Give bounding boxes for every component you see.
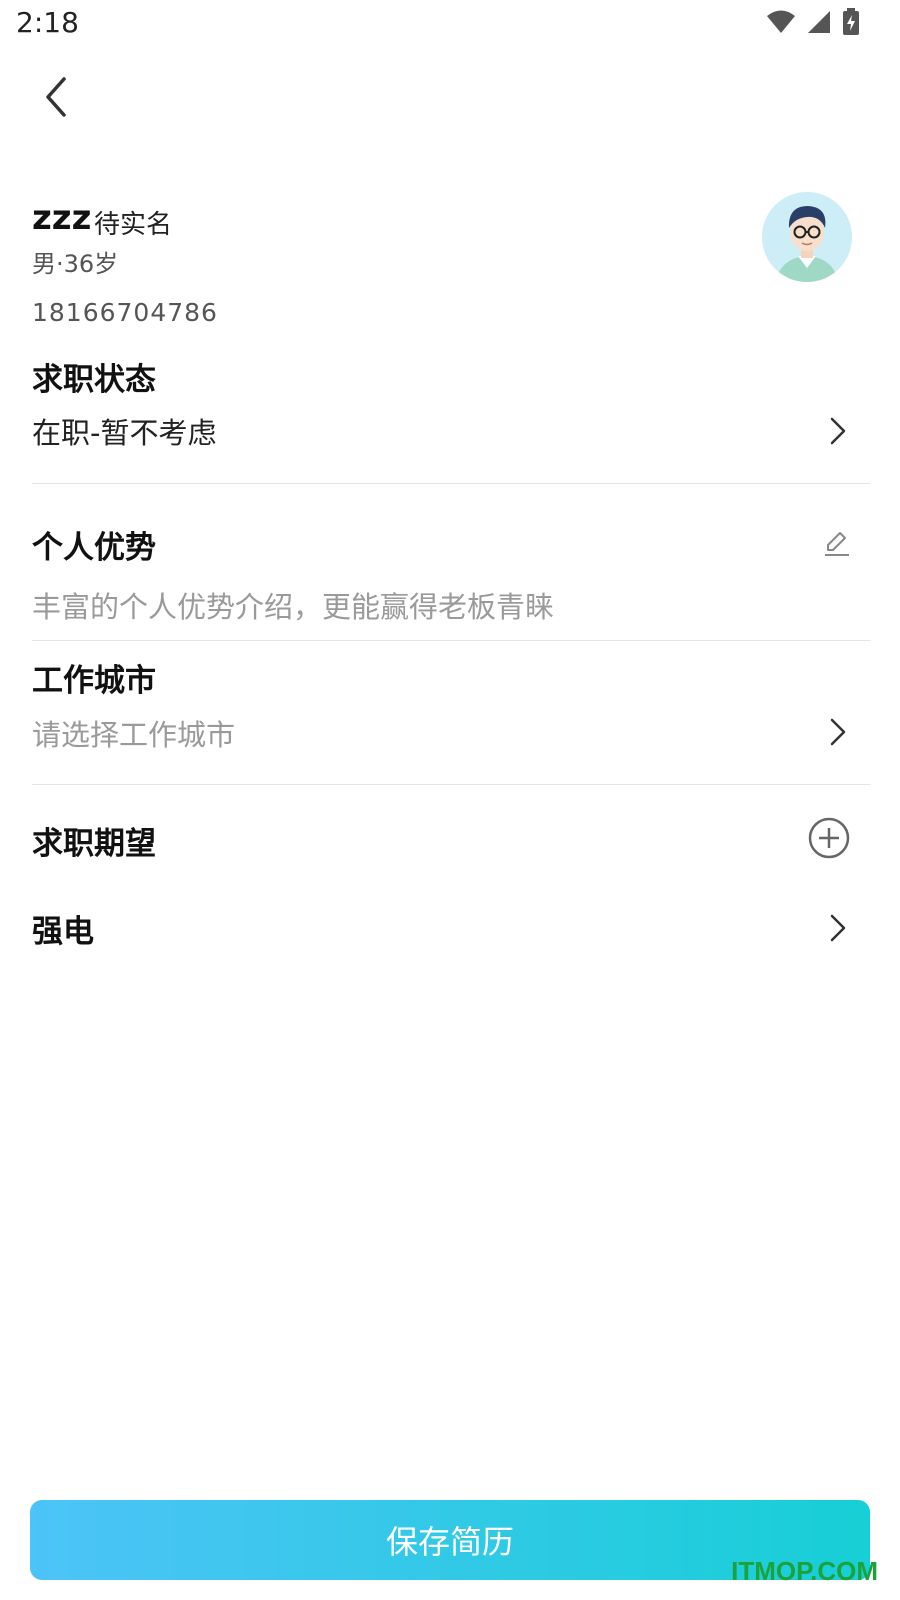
divider [32,483,870,484]
chevron-right-icon [826,717,850,747]
chevron-right-icon [826,913,850,943]
expectation-item[interactable]: 强电 [0,904,900,954]
work-city-placeholder: 请选择工作城市 [32,718,236,752]
verify-status[interactable]: 待实名 [94,204,172,241]
job-status-value: 在职-暂不考虑 [32,416,217,450]
divider [32,640,870,641]
user-name: zzz [32,198,92,238]
chevron-right-icon [826,416,850,446]
back-button[interactable] [30,72,80,122]
job-status-title: 求职状态 [32,362,156,398]
job-status-row[interactable]: 在职-暂不考虑 [0,408,900,458]
back-arrow-icon [46,77,66,117]
avatar[interactable] [762,192,852,282]
add-expectation-button[interactable] [808,817,850,859]
plus-circle-icon [808,817,850,859]
expectation-title: 求职期望 [32,826,156,862]
gender-age: 男·36岁 [32,250,119,278]
advantage-title: 个人优势 [32,530,156,566]
edit-icon[interactable] [822,528,852,558]
battery-icon [842,8,860,40]
status-icons [766,8,860,40]
signal-icon [806,9,832,39]
expectation-item-label: 强电 [32,914,94,950]
work-city-row[interactable]: 请选择工作城市 [0,708,900,758]
wifi-icon [766,9,796,39]
advantage-placeholder[interactable]: 丰富的个人优势介绍，更能赢得老板青睐 [32,584,554,626]
status-time: 2:18 [16,6,79,39]
watermark: ITMOP.COM [731,1556,878,1586]
divider [32,784,870,785]
phone-number: 18166704786 [32,298,218,327]
work-city-title: 工作城市 [32,663,156,699]
